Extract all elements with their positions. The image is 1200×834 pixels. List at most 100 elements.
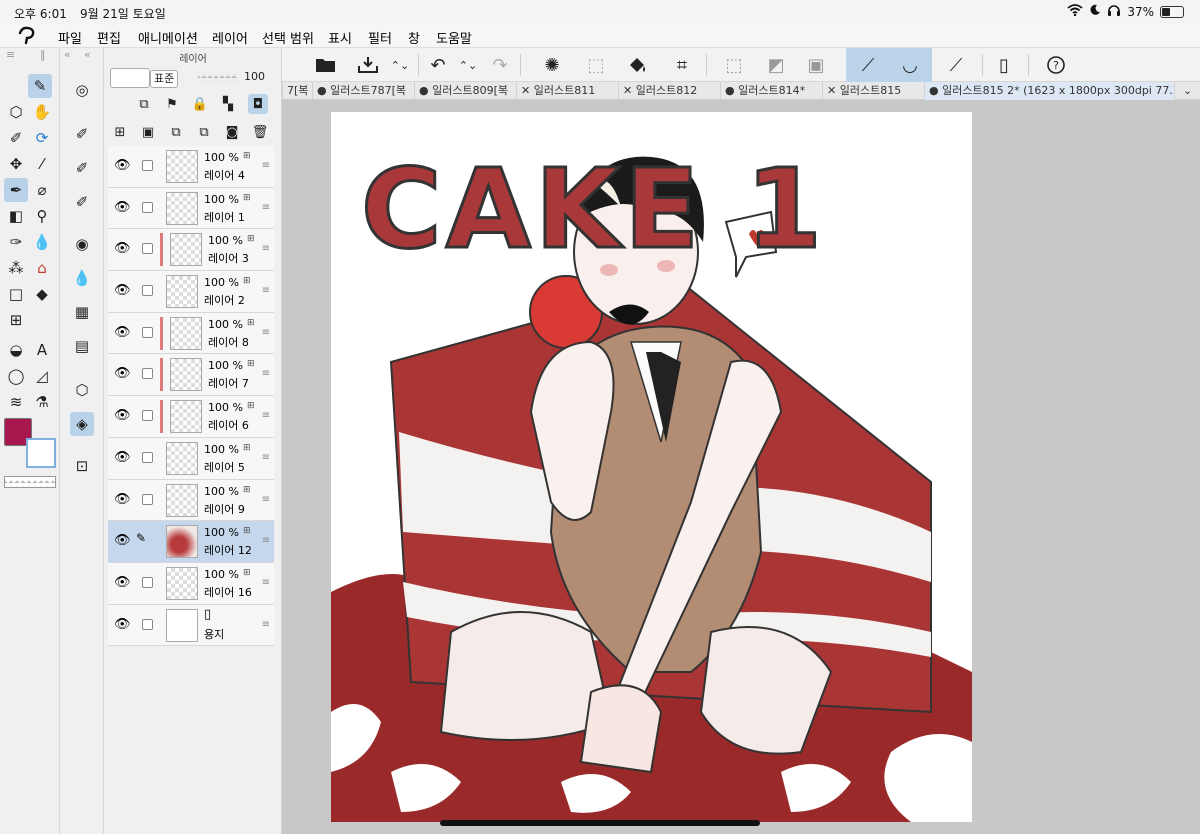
menu-selection[interactable]: 선택 범위 bbox=[262, 28, 314, 47]
mask-icon[interactable]: ◘ bbox=[248, 94, 268, 114]
material-icon[interactable]: ⊡ bbox=[70, 454, 94, 478]
opacity-slider[interactable] bbox=[198, 72, 238, 82]
undo-icon[interactable]: ↶ bbox=[424, 52, 452, 78]
new-folder-icon[interactable]: ▣ bbox=[138, 122, 158, 142]
eye-icon[interactable]: 👁 bbox=[114, 492, 131, 507]
eyedropper-icon[interactable]: ⁄ bbox=[30, 152, 54, 176]
grid-tool-icon[interactable]: ⊞ bbox=[4, 308, 28, 332]
drag-handle-icon[interactable]: ≡ bbox=[262, 535, 270, 546]
doc-tab[interactable]: ● 일러스트814* bbox=[720, 82, 822, 100]
close-icon[interactable]: ✕ bbox=[521, 84, 534, 97]
close-icon[interactable]: ✕ bbox=[623, 84, 636, 97]
layer-checkbox[interactable] bbox=[142, 368, 153, 380]
pen-icon[interactable]: ✒ bbox=[4, 178, 28, 202]
sub-tool-icon[interactable]: ✐ bbox=[70, 122, 94, 146]
doc-tab-active[interactable]: ● 일러스트815 2* (1623 x 1800px 300dpi 77.7%… bbox=[924, 82, 1174, 100]
layer-row-selected[interactable]: 👁 ✎ 100 % ⊞ 레이어 12 ≡ bbox=[108, 521, 274, 563]
help-icon[interactable]: ? bbox=[1042, 52, 1070, 78]
layer-checkbox[interactable] bbox=[142, 201, 153, 213]
drag-handle-icon[interactable]: ≡ bbox=[262, 577, 270, 588]
color-wheel-icon[interactable]: ◉ bbox=[70, 232, 94, 256]
navigator-icon[interactable]: ◎ bbox=[70, 78, 94, 102]
snap-special-ruler-icon[interactable]: ◡ bbox=[896, 52, 924, 78]
layer-checkbox[interactable] bbox=[142, 576, 153, 588]
merge-down-icon[interactable]: ⧉ bbox=[194, 122, 214, 142]
drag-handle-icon[interactable]: ≡ bbox=[262, 368, 270, 379]
drag-handle-icon[interactable]: ≡ bbox=[262, 202, 270, 213]
doc-tab[interactable]: 7[복 bbox=[282, 82, 312, 100]
layer-row[interactable]: 👁 100 % ⊞ 레이어 1 ≡ bbox=[108, 187, 274, 230]
lasso-pen-icon[interactable]: ✐ bbox=[4, 126, 28, 150]
eye-icon[interactable]: 👁 bbox=[114, 241, 131, 256]
lock-transparency-icon[interactable]: ▚ bbox=[218, 94, 238, 114]
loading-spinner-icon[interactable]: ✺ bbox=[538, 52, 566, 78]
eye-icon[interactable]: 👁 bbox=[114, 450, 131, 465]
pen-tool-icon[interactable]: ✎ bbox=[28, 74, 52, 98]
eye-icon[interactable]: 👁 bbox=[114, 158, 131, 173]
zoom-icon[interactable]: ⚲ bbox=[30, 204, 54, 228]
sub-color-swatch[interactable] bbox=[26, 438, 56, 468]
menu-layer[interactable]: 레이어 bbox=[212, 28, 248, 47]
layer-checkbox[interactable] bbox=[142, 493, 153, 505]
speech-balloon-icon[interactable]: ◯ bbox=[4, 364, 28, 388]
decoration-icon[interactable]: ⁂ bbox=[4, 256, 28, 280]
tool-property-icon[interactable]: ✐ bbox=[70, 156, 94, 180]
menu-help[interactable]: 도움말 bbox=[436, 28, 472, 47]
shape-icon[interactable]: □ bbox=[4, 282, 28, 306]
transparent-color-swatch[interactable] bbox=[4, 476, 56, 488]
deselect-icon[interactable]: ⬚ bbox=[720, 52, 748, 78]
eye-icon[interactable]: 👁 bbox=[114, 575, 131, 590]
layer-checkbox[interactable] bbox=[142, 410, 153, 422]
doc-tab[interactable]: ✕ 일러스트815 bbox=[822, 82, 924, 100]
expand-icon[interactable]: « bbox=[84, 48, 91, 68]
fill-bucket-icon[interactable]: ◒ bbox=[4, 338, 28, 362]
move-icon[interactable]: ✥ bbox=[4, 152, 28, 176]
menu-view[interactable]: 표시 bbox=[328, 28, 352, 47]
hand-tool-icon[interactable]: ✋ bbox=[30, 100, 54, 124]
collapse-icon[interactable]: « bbox=[64, 48, 71, 68]
stamp-icon[interactable]: ⌂ bbox=[30, 256, 54, 280]
layer-row[interactable]: 👁 100 % ⊞ 레이어 2 ≡ bbox=[108, 271, 274, 313]
text-tool-icon[interactable]: A bbox=[30, 338, 54, 362]
frame-icon[interactable]: ≋ bbox=[4, 390, 28, 414]
eye-icon[interactable]: 👁 bbox=[114, 533, 131, 548]
transfer-down-icon[interactable]: ⧉ bbox=[166, 122, 186, 142]
save-icon[interactable] bbox=[354, 52, 382, 78]
eye-icon[interactable]: 👁 bbox=[114, 325, 131, 340]
layer-checkbox[interactable] bbox=[142, 285, 153, 297]
color-set-icon[interactable]: 💧 bbox=[70, 266, 94, 290]
menu-window[interactable]: 창 bbox=[408, 28, 420, 47]
eye-icon[interactable]: 👁 bbox=[114, 283, 131, 298]
rotate-icon[interactable]: ⟳ bbox=[30, 126, 54, 150]
eye-icon[interactable]: 👁 bbox=[114, 200, 131, 215]
clear-icon[interactable]: ⬚ bbox=[582, 52, 610, 78]
snap-ruler-icon[interactable]: ⟋ bbox=[854, 52, 882, 78]
selection-border-icon[interactable]: ▣ bbox=[802, 52, 830, 78]
invert-selection-icon[interactable]: ◩ bbox=[762, 52, 790, 78]
layer-row[interactable]: 👁 100 % ⊞ 레이어 9 ≡ bbox=[108, 479, 274, 522]
drawing-canvas[interactable]: CAKE 1 bbox=[331, 112, 972, 822]
close-icon[interactable]: ✕ bbox=[827, 84, 840, 97]
lock-icon[interactable]: 🔒 bbox=[190, 94, 210, 114]
brush-icon[interactable]: ✑ bbox=[4, 230, 28, 254]
blend-icon[interactable]: 💧 bbox=[30, 230, 54, 254]
reference-layer-icon[interactable]: ⚑ bbox=[162, 94, 182, 114]
layer-checkbox[interactable] bbox=[142, 618, 153, 630]
opacity-value[interactable]: 100 bbox=[244, 70, 265, 83]
layer-row[interactable]: 👁 100 % ⊞ 레이어 6 ≡ bbox=[108, 396, 274, 438]
layer-row[interactable]: 👁 ▯ 용지 ≡ bbox=[108, 604, 274, 647]
gradient-icon[interactable]: ◧ bbox=[4, 204, 28, 228]
layer-checkbox[interactable] bbox=[142, 243, 153, 255]
layer-row[interactable]: 👁 100 % ⊞ 레이어 5 ≡ bbox=[108, 437, 274, 480]
open-folder-icon[interactable] bbox=[312, 52, 340, 78]
snap-grid-icon[interactable]: ⟋ bbox=[942, 52, 970, 78]
correction-icon[interactable]: ⚗ bbox=[30, 390, 54, 414]
color-palette-icon[interactable]: ▦ bbox=[70, 300, 94, 324]
drag-handle-icon[interactable]: ≡ bbox=[262, 243, 270, 254]
drag-handle-icon[interactable]: ≡ bbox=[262, 452, 270, 463]
blend-mode-select[interactable]: 표준 bbox=[150, 70, 178, 88]
save-menu-chevron-icon[interactable]: ⌃⌄ bbox=[386, 52, 414, 78]
layer-row[interactable]: 👁 100 % ⊞ 레이어 4 ≡ bbox=[108, 146, 274, 188]
eye-icon[interactable]: 👁 bbox=[114, 366, 131, 381]
layer-row[interactable]: 👁 100 % ⊞ 레이어 8 ≡ bbox=[108, 312, 274, 355]
